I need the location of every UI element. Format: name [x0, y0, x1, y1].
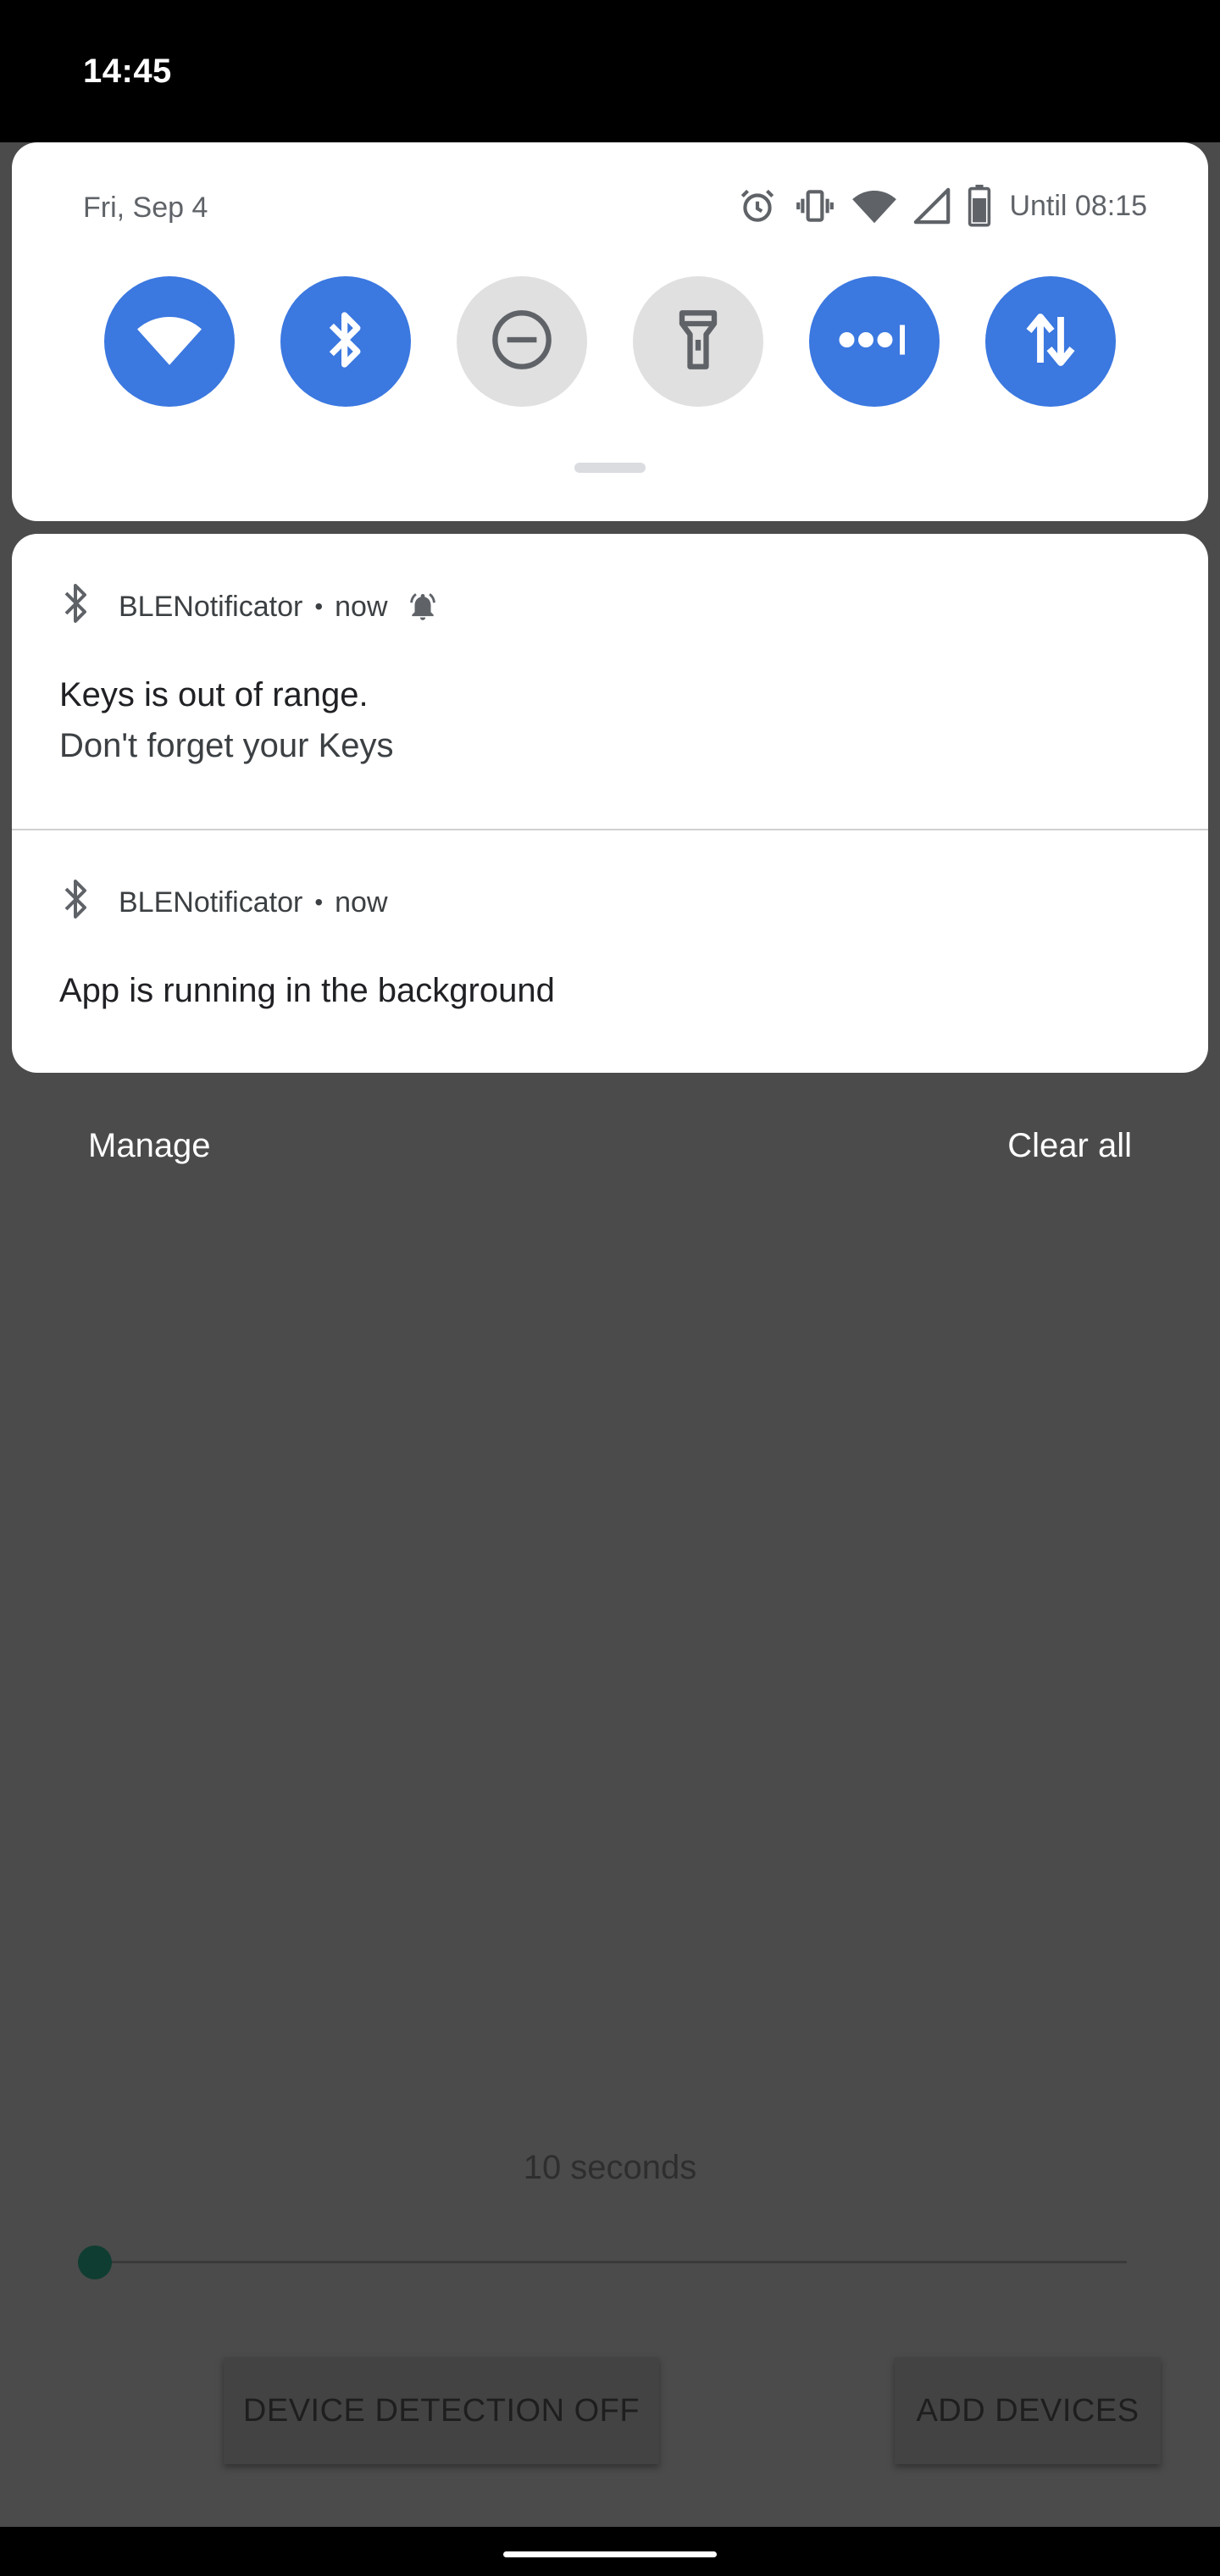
- status-bar: 14:45: [0, 0, 1220, 142]
- notification-header: BLENotificator • now: [59, 583, 439, 630]
- battery-saver-until: Until 08:15: [1009, 189, 1147, 222]
- date-label[interactable]: Fri, Sep 4: [83, 192, 208, 225]
- alerting-bell-icon: [407, 591, 439, 623]
- do-not-disturb-icon: [490, 308, 554, 376]
- wifi-signal-icon: [851, 185, 897, 227]
- notification-header: BLENotificator • now: [59, 879, 388, 926]
- bluetooth-icon: [59, 581, 93, 633]
- bluetooth-icon: [59, 877, 93, 929]
- notification-app-name: BLENotificator: [119, 590, 303, 623]
- interval-label: 10 seconds: [523, 2149, 697, 2186]
- manage-button[interactable]: Manage: [88, 1127, 211, 1165]
- battery-icon: [967, 185, 992, 227]
- mobile-data-tile[interactable]: [985, 276, 1116, 407]
- vibrate-icon: [794, 185, 836, 227]
- notification-running-background[interactable]: BLENotificator • now App is running in t…: [12, 830, 1208, 1073]
- mobile-data-icon: [1025, 309, 1076, 375]
- notification-group: BLENotificator • now Keys is out of rang…: [12, 534, 1208, 1073]
- notification-time: now: [335, 886, 388, 919]
- device-detection-button[interactable]: DEVICE DETECTION OFF: [224, 2357, 659, 2464]
- separator-dot: •: [314, 593, 324, 619]
- interval-slider-track[interactable]: [95, 2261, 1127, 2263]
- wifi-icon: [135, 312, 204, 372]
- notification-app-name: BLENotificator: [119, 886, 303, 919]
- status-icons: Until 08:15: [736, 185, 1147, 227]
- alarm-icon: [736, 185, 779, 227]
- expand-handle[interactable]: [574, 463, 646, 473]
- flashlight-tile[interactable]: [633, 276, 763, 407]
- data-saver-tile[interactable]: [809, 276, 940, 407]
- notification-title: App is running in the background: [59, 972, 555, 1009]
- notification-time: now: [335, 590, 388, 623]
- notification-text: Don't forget your Keys: [59, 727, 394, 764]
- add-devices-button[interactable]: ADD DEVICES: [895, 2357, 1161, 2464]
- flashlight-icon: [673, 308, 724, 376]
- notification-keys-out-of-range[interactable]: BLENotificator • now Keys is out of rang…: [12, 534, 1208, 829]
- bluetooth-tile[interactable]: [280, 276, 411, 407]
- cell-signal-icon: [912, 186, 951, 225]
- data-saver-icon: [836, 323, 912, 361]
- clear-all-button[interactable]: Clear all: [1007, 1127, 1132, 1165]
- separator-dot: •: [314, 889, 324, 915]
- do-not-disturb-tile[interactable]: [457, 276, 587, 407]
- home-gesture-handle[interactable]: [503, 2551, 717, 2557]
- quick-settings-panel: Fri, Sep 4 Until 08:15: [12, 142, 1208, 521]
- interval-slider-thumb[interactable]: [78, 2246, 112, 2279]
- bluetooth-icon: [322, 309, 369, 375]
- clock: 14:45: [83, 53, 172, 90]
- wifi-tile[interactable]: [104, 276, 235, 407]
- notification-title: Keys is out of range.: [59, 676, 369, 713]
